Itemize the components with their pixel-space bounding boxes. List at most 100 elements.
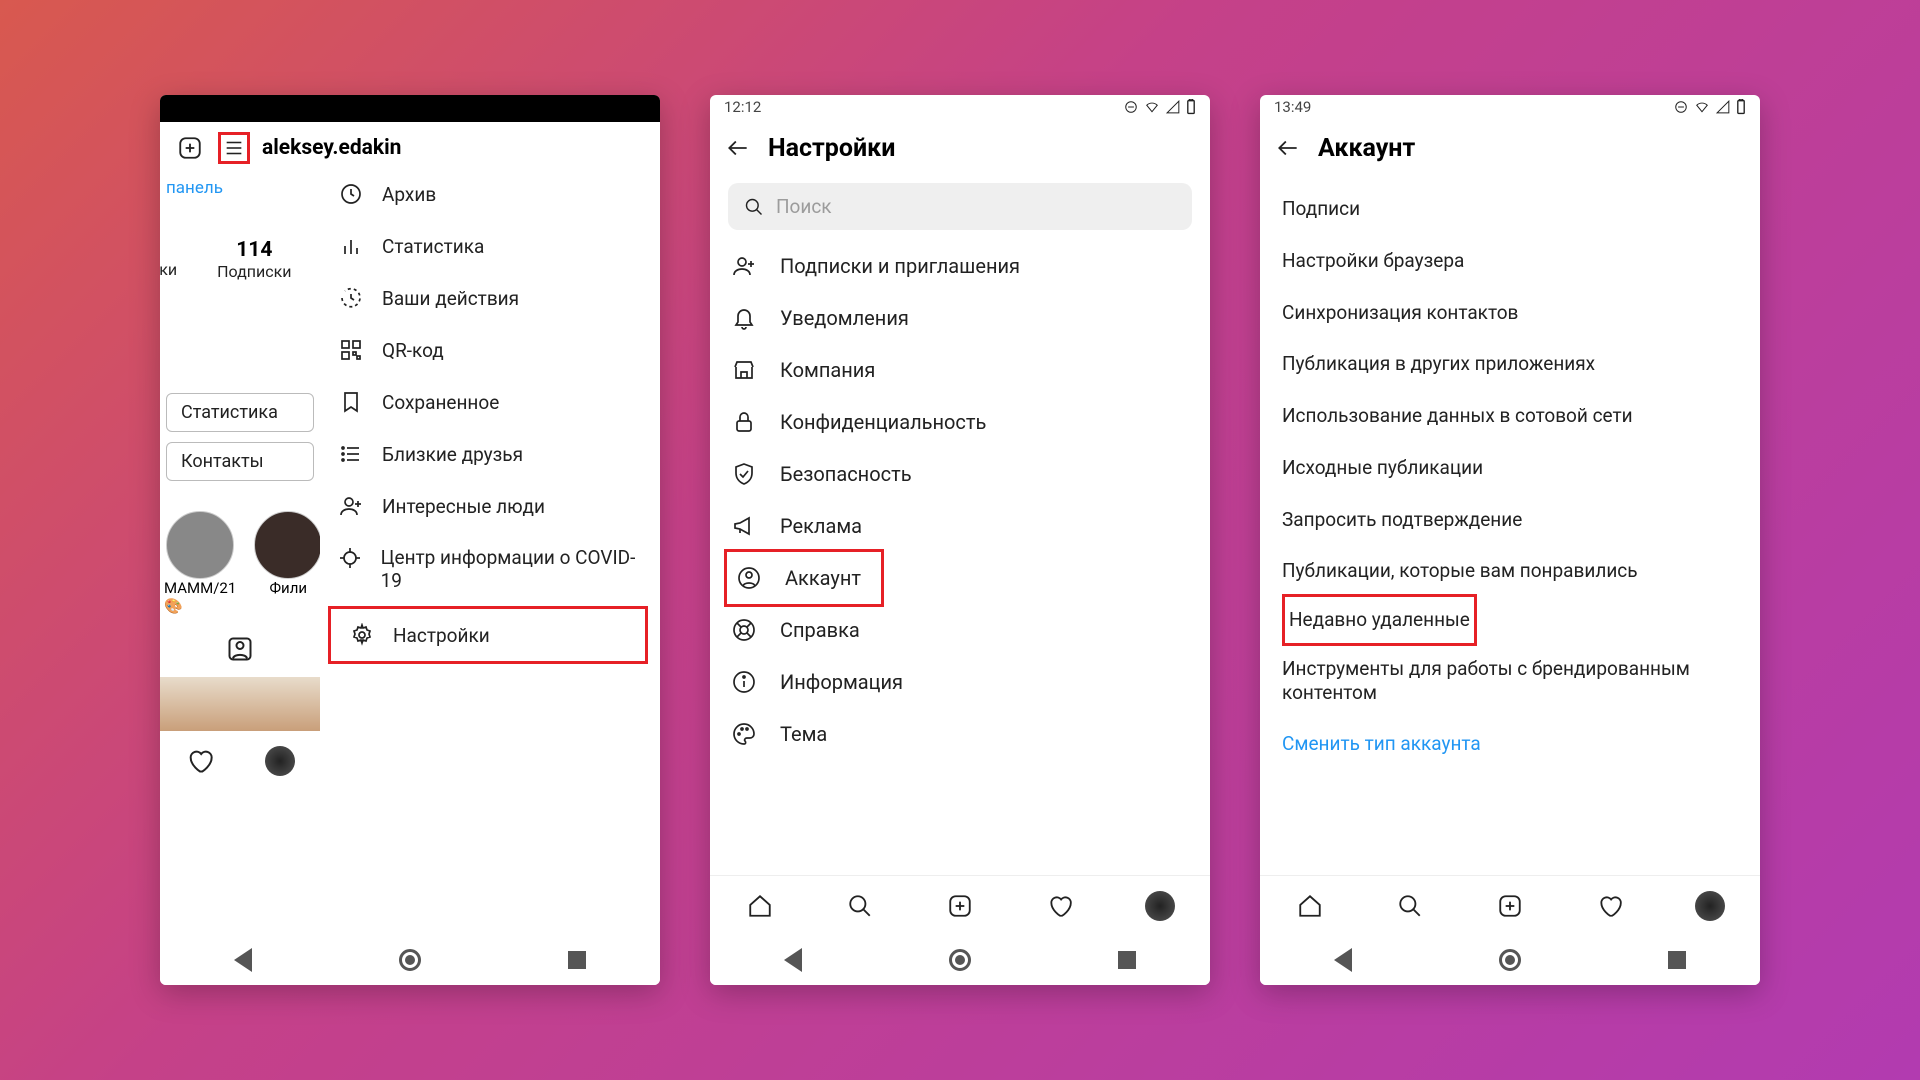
story-item[interactable]: МАММ/21 🎨 bbox=[164, 511, 236, 615]
recent-nav-icon[interactable] bbox=[1668, 951, 1686, 969]
home-nav-icon[interactable] bbox=[399, 949, 421, 971]
menu-settings[interactable]: Настройки bbox=[328, 606, 648, 664]
create-icon[interactable] bbox=[1495, 891, 1525, 921]
heart-icon[interactable] bbox=[1045, 891, 1075, 921]
item-info[interactable]: Информация bbox=[710, 656, 1210, 708]
acct-branded[interactable]: Инструменты для работы с брендированным … bbox=[1260, 643, 1760, 719]
menu-discover[interactable]: Интересные люди bbox=[320, 480, 660, 532]
acct-switch-type[interactable]: Сменить тип аккаунта bbox=[1260, 718, 1760, 770]
settings-title: Настройки bbox=[768, 134, 895, 163]
item-ads[interactable]: Реклама bbox=[710, 500, 1210, 552]
info-icon bbox=[730, 670, 758, 694]
menu-close-friends[interactable]: Близкие друзья bbox=[320, 428, 660, 480]
search-input[interactable]: Поиск bbox=[728, 183, 1192, 230]
create-icon[interactable] bbox=[945, 891, 975, 921]
home-icon[interactable] bbox=[745, 891, 775, 921]
wifi-icon bbox=[1694, 100, 1710, 114]
home-nav-icon[interactable] bbox=[1499, 949, 1521, 971]
acct-verify[interactable]: Запросить подтверждение bbox=[1260, 494, 1760, 546]
screen-profile-menu: aleksey.edakin панель ики 114 Подписки С… bbox=[160, 95, 660, 985]
menu-archive[interactable]: Архив bbox=[320, 168, 660, 220]
item-help[interactable]: Справка bbox=[710, 604, 1210, 656]
bell-icon bbox=[730, 306, 758, 330]
acct-liked[interactable]: Публикации, которые вам понравились bbox=[1260, 545, 1760, 597]
acct-browser[interactable]: Настройки браузера bbox=[1260, 235, 1760, 287]
add-person-icon bbox=[730, 254, 758, 278]
acct-data[interactable]: Использование данных в сотовой сети bbox=[1260, 390, 1760, 442]
qr-icon bbox=[338, 338, 364, 362]
following-label: Подписки bbox=[217, 262, 291, 281]
acct-captions[interactable]: Подписи bbox=[1260, 183, 1760, 235]
hamburger-menu-icon[interactable] bbox=[218, 132, 250, 164]
stat-left-label: ики bbox=[160, 260, 177, 279]
account-title: Аккаунт bbox=[1318, 134, 1415, 163]
settings-list: Подписки и приглашения Уведомления Компа… bbox=[710, 240, 1210, 875]
megaphone-icon bbox=[730, 514, 758, 538]
chip-contacts[interactable]: Контакты bbox=[166, 442, 314, 481]
menu-saved[interactable]: Сохраненное bbox=[320, 376, 660, 428]
heart-icon[interactable] bbox=[1595, 891, 1625, 921]
create-post-icon[interactable] bbox=[174, 132, 206, 164]
acct-sync[interactable]: Синхронизация контактов bbox=[1260, 287, 1760, 339]
recent-nav-icon[interactable] bbox=[1118, 951, 1136, 969]
acct-original[interactable]: Исходные публикации bbox=[1260, 442, 1760, 494]
heart-icon[interactable] bbox=[185, 746, 215, 776]
back-icon[interactable] bbox=[722, 132, 754, 164]
bookmark-icon bbox=[338, 390, 364, 414]
panel-link[interactable]: панель bbox=[160, 168, 320, 208]
menu-statistics[interactable]: Статистика bbox=[320, 220, 660, 272]
acct-share[interactable]: Публикация в других приложениях bbox=[1260, 338, 1760, 390]
item-business[interactable]: Компания bbox=[710, 344, 1210, 396]
status-icons bbox=[1674, 99, 1746, 115]
barchart-icon bbox=[338, 234, 364, 258]
search-icon[interactable] bbox=[1395, 891, 1425, 921]
status-bar: 13:49 bbox=[1260, 95, 1760, 119]
item-subscriptions[interactable]: Подписки и приглашения bbox=[710, 240, 1210, 292]
search-icon[interactable] bbox=[845, 891, 875, 921]
screen-account: 13:49 Аккаунт Подписи Настройки браузера… bbox=[1260, 95, 1760, 985]
screen-settings: 12:12 Настройки Поиск Подписки и приглаш… bbox=[710, 95, 1210, 985]
home-icon[interactable] bbox=[1295, 891, 1325, 921]
item-privacy[interactable]: Конфиденциальность bbox=[710, 396, 1210, 448]
palette-icon bbox=[730, 722, 758, 746]
stories-row: МАММ/21 🎨 Фили bbox=[160, 511, 320, 615]
tagged-tab-icon[interactable] bbox=[160, 635, 320, 667]
gear-icon bbox=[349, 623, 375, 647]
menu-qr[interactable]: QR-код bbox=[320, 324, 660, 376]
profile-icon[interactable] bbox=[1145, 891, 1175, 921]
profile-partial-left: панель ики 114 Подписки Статистика Конта… bbox=[160, 168, 320, 935]
item-account[interactable]: Аккаунт bbox=[724, 549, 884, 607]
feed-thumbnail bbox=[160, 677, 320, 731]
chip-stats[interactable]: Статистика bbox=[166, 393, 314, 432]
back-nav-icon[interactable] bbox=[234, 948, 252, 972]
following-count: 114 bbox=[217, 238, 291, 262]
menu-activity[interactable]: Ваши действия bbox=[320, 272, 660, 324]
home-nav-icon[interactable] bbox=[949, 949, 971, 971]
acct-recently-deleted[interactable]: Недавно удаленные bbox=[1282, 594, 1477, 646]
system-nav bbox=[160, 935, 660, 985]
storefront-icon bbox=[730, 358, 758, 382]
help-icon bbox=[730, 618, 758, 642]
clock-icon bbox=[338, 182, 364, 206]
back-icon[interactable] bbox=[1272, 132, 1304, 164]
profile-avatar-icon[interactable] bbox=[265, 746, 295, 776]
lock-icon bbox=[730, 410, 758, 434]
wifi-icon bbox=[1144, 100, 1160, 114]
recent-nav-icon[interactable] bbox=[568, 951, 586, 969]
signal-icon bbox=[1716, 100, 1730, 114]
story-item[interactable]: Фили bbox=[254, 511, 320, 615]
status-blackbar bbox=[160, 95, 660, 122]
status-icons bbox=[1124, 99, 1196, 115]
menu-covid[interactable]: Центр информации о COVID-19 bbox=[320, 532, 660, 606]
item-theme[interactable]: Тема bbox=[710, 708, 1210, 760]
add-person-icon bbox=[338, 494, 364, 518]
system-nav bbox=[1260, 935, 1760, 985]
bottom-nav bbox=[1260, 875, 1760, 935]
item-notifications[interactable]: Уведомления bbox=[710, 292, 1210, 344]
item-security[interactable]: Безопасность bbox=[710, 448, 1210, 500]
profile-icon[interactable] bbox=[1695, 891, 1725, 921]
back-nav-icon[interactable] bbox=[1334, 948, 1352, 972]
battery-icon bbox=[1736, 99, 1746, 115]
search-placeholder: Поиск bbox=[776, 195, 832, 218]
back-nav-icon[interactable] bbox=[784, 948, 802, 972]
